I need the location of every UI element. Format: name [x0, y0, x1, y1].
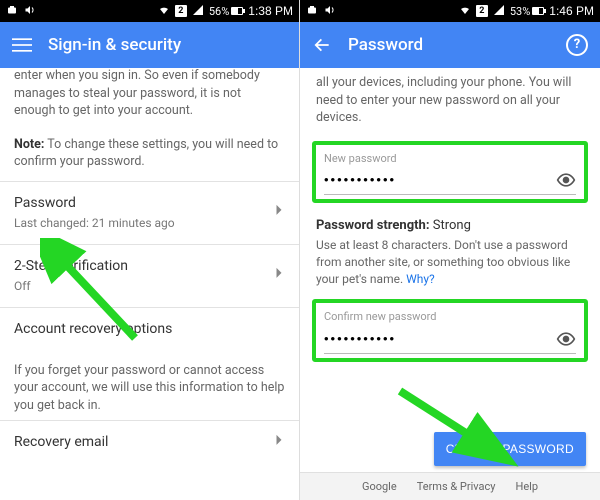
eye-icon[interactable]	[556, 329, 576, 349]
row-recovery-email-title: Recovery email	[14, 433, 285, 453]
menu-icon[interactable]	[12, 35, 32, 55]
annotation-arrow	[390, 376, 530, 486]
screen-password: 2 53% 1:46 PM Password ? all your device…	[300, 0, 600, 500]
sim-indicator: 2	[476, 5, 488, 17]
appbar-left: Sign-in & security	[0, 22, 299, 68]
help-icon[interactable]: ?	[566, 34, 588, 56]
row-password-sub: Last changed: 21 minutes ago	[14, 215, 285, 232]
row-account-recovery-header: Account recovery options	[0, 307, 299, 352]
clock: 1:38 PM	[248, 4, 293, 18]
content-left: enter when you sign in. So even if someb…	[0, 68, 299, 500]
footer-help[interactable]: Help	[515, 479, 538, 494]
chevron-right-icon	[269, 200, 289, 226]
battery-indicator: 53%	[510, 5, 544, 18]
new-password-label: New password	[324, 151, 576, 166]
note-text: To change these settings, you will need …	[14, 137, 278, 170]
strength-label: Password strength:	[316, 218, 430, 233]
footer-google[interactable]: Google	[362, 479, 397, 494]
wifi-icon	[158, 4, 170, 19]
recovery-header: Account recovery options	[14, 320, 285, 340]
row-2step-sub: Off	[14, 278, 285, 295]
confirm-password-input[interactable]	[324, 329, 556, 348]
strength-value: Strong	[430, 218, 471, 233]
wifi-icon	[459, 4, 471, 19]
signal-icon	[192, 4, 204, 19]
chevron-right-icon	[269, 263, 289, 289]
screenshot-icon	[306, 4, 318, 19]
screenshot-icon	[6, 4, 18, 19]
row-password[interactable]: Password Last changed: 21 minutes ago	[0, 181, 299, 244]
battery-indicator: 56%	[209, 5, 243, 18]
row-password-title: Password	[14, 194, 285, 214]
chevron-right-icon	[269, 430, 289, 456]
footer-terms[interactable]: Terms & Privacy	[417, 479, 496, 494]
confirm-password-label: Confirm new password	[324, 309, 576, 324]
status-bar-left: 2 56% 1:38 PM	[0, 0, 299, 22]
why-link[interactable]: Why?	[406, 272, 435, 286]
row-2step[interactable]: 2-Step Verification Off	[0, 244, 299, 307]
signal-icon	[493, 4, 505, 19]
note-label: Note:	[14, 137, 44, 152]
intro-text: enter when you sign in. So even if someb…	[14, 68, 260, 118]
new-password-input[interactable]	[324, 170, 556, 189]
tips-text: Use at least 8 characters. Don't use a p…	[316, 238, 570, 286]
intro-text: all your devices, including your phone. …	[300, 68, 600, 137]
volume-icon	[324, 4, 336, 19]
clock: 1:46 PM	[549, 4, 594, 18]
appbar-title: Sign-in & security	[48, 35, 181, 55]
change-password-button[interactable]: CHANGE PASSWORD	[434, 432, 586, 466]
footer: Google Terms & Privacy Help	[300, 472, 600, 500]
row-recovery-email[interactable]: Recovery email	[0, 420, 299, 465]
row-2step-title: 2-Step Verification	[14, 257, 285, 277]
appbar-title: Password	[348, 35, 423, 55]
back-icon[interactable]	[312, 35, 332, 55]
field-confirm-password-block: Confirm new password	[312, 299, 588, 361]
screen-sign-in-security: 2 56% 1:38 PM Sign-in & security enter w…	[0, 0, 300, 500]
field-new-password-block: New password	[312, 141, 588, 203]
volume-icon	[24, 4, 36, 19]
content-right: all your devices, including your phone. …	[300, 68, 600, 500]
appbar-right: Password ?	[300, 22, 600, 68]
sim-indicator: 2	[175, 5, 187, 17]
status-bar-right: 2 53% 1:46 PM	[300, 0, 600, 22]
eye-icon[interactable]	[556, 170, 576, 190]
recovery-desc: If you forget your password or cannot ac…	[0, 352, 299, 421]
